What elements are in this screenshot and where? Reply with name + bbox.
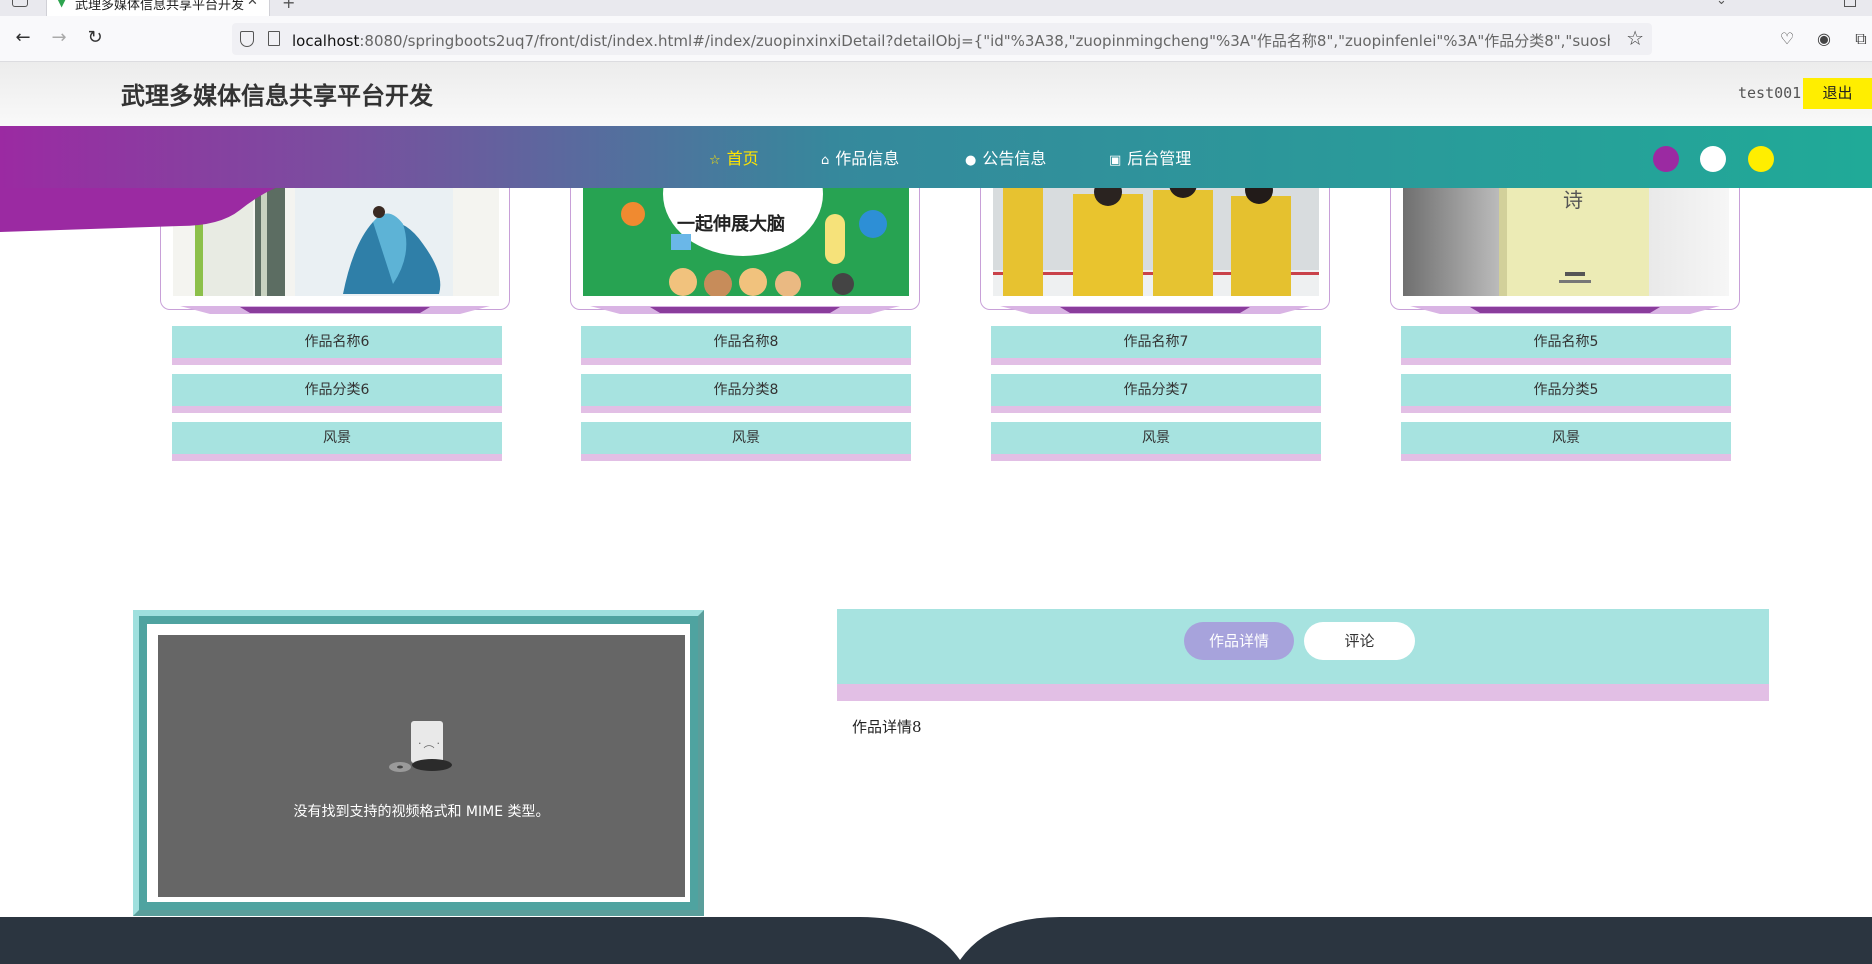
work-card-base	[180, 306, 490, 314]
work-card-image-frame[interactable]: 诗	[1390, 170, 1740, 310]
nav-item-home[interactable]: ☆ 首页	[709, 145, 759, 169]
book-title-glyph: 诗	[1563, 188, 1583, 212]
video-inner-border: ·︵· 没有找到支持的视频格式和 MIME 类型。	[147, 624, 690, 902]
video-frame: ·︵· 没有找到支持的视频格式和 MIME 类型。	[133, 610, 704, 916]
url-host: localhost	[292, 32, 360, 50]
work-category[interactable]: 作品分类5	[1401, 374, 1731, 413]
students-photo-image	[993, 184, 1319, 296]
forward-arrow-icon[interactable]: →	[45, 24, 73, 52]
back-arrow-icon[interactable]: ←	[9, 24, 37, 52]
work-card-base	[1410, 306, 1720, 314]
extensions-icon[interactable]: ⧉	[1851, 29, 1871, 49]
work-category[interactable]: 作品分类7	[991, 374, 1321, 413]
nav-item-notices[interactable]: ● 公告信息	[965, 145, 1046, 169]
work-category[interactable]: 作品分类8	[581, 374, 911, 413]
work-thumbnail[interactable]: 诗	[1403, 184, 1729, 296]
nav-item-admin[interactable]: ▣ 后台管理	[1109, 145, 1191, 169]
work-type[interactable]: 风景	[991, 422, 1321, 461]
video-error-message: 没有找到支持的视频格式和 MIME 类型。	[293, 804, 550, 820]
tab-title: 武理多媒体信息共享平台开发	[75, 0, 245, 13]
work-name[interactable]: 作品名称8	[581, 326, 911, 365]
star-icon: ☆	[709, 153, 721, 168]
nav-item-works[interactable]: ⌂ 作品信息	[821, 145, 899, 169]
work-name[interactable]: 作品名称7	[991, 326, 1321, 365]
work-category[interactable]: 作品分类6	[172, 374, 502, 413]
theme-white-button[interactable]	[1700, 146, 1726, 172]
info-icon: ●	[965, 153, 977, 168]
tab-work-detail[interactable]: 作品详情	[1184, 622, 1294, 660]
footer-decoration	[0, 917, 1872, 964]
home-icon: ⌂	[821, 153, 830, 168]
new-tab-icon[interactable]: +	[282, 0, 295, 12]
account-icon[interactable]: ◉	[1814, 29, 1834, 49]
work-name[interactable]: 作品名称6	[172, 326, 502, 365]
site-header: 武理多媒体信息共享平台开发 test001 退出	[0, 62, 1872, 126]
work-detail-content: 作品详情8	[852, 718, 922, 736]
work-thumbnail[interactable]	[993, 184, 1319, 296]
work-thumbnail[interactable]: 一起伸展大脑	[583, 184, 909, 296]
work-card-image-frame[interactable]	[980, 170, 1330, 310]
tab-comments[interactable]: 评论	[1304, 622, 1415, 660]
browser-tabstrip: ▼ 武理多媒体信息共享平台开发 ✕ + ⌄	[0, 0, 1872, 16]
logout-button[interactable]: 退出	[1803, 78, 1872, 109]
work-type[interactable]: 风景	[581, 422, 911, 461]
video-player[interactable]: ·︵· 没有找到支持的视频格式和 MIME 类型。	[158, 635, 685, 897]
browser-tab[interactable]: ▼ 武理多媒体信息共享平台开发 ✕	[46, 0, 270, 16]
work-card-base	[1000, 306, 1310, 314]
browser-toolbar: ← → ↻ localhost:8080/springboots2uq7/fro…	[0, 16, 1872, 62]
window-control-icon[interactable]	[1844, 0, 1856, 7]
reload-icon[interactable]: ↻	[81, 24, 109, 52]
tab-close-icon[interactable]: ✕	[247, 0, 258, 9]
bookmark-star-icon[interactable]: ☆	[1626, 26, 1644, 50]
work-type[interactable]: 风景	[172, 422, 502, 461]
brain-poster-image	[583, 184, 909, 296]
broken-media-disc-icon	[389, 759, 452, 772]
page-info-icon[interactable]	[268, 31, 280, 46]
poster-subtitle: 一起伸展大脑	[677, 214, 785, 235]
theme-purple-button[interactable]	[1653, 146, 1679, 172]
work-name[interactable]: 作品名称5	[1401, 326, 1731, 365]
url-path: :8080/springboots2uq7/front/dist/index.h…	[359, 32, 1610, 50]
theme-yellow-button[interactable]	[1748, 146, 1774, 172]
url-text[interactable]: localhost:8080/springboots2uq7/front/dis…	[292, 30, 1610, 51]
username: test001	[1738, 84, 1802, 102]
sidebar-toggle-icon[interactable]	[12, 0, 28, 7]
work-card-image-frame[interactable]: 一起伸展大脑	[570, 170, 920, 310]
work-type[interactable]: 风景	[1401, 422, 1731, 461]
tab-list-chevron-icon[interactable]: ⌄	[1716, 0, 1727, 8]
site-title: 武理多媒体信息共享平台开发	[121, 81, 433, 110]
main-navbar: ☆ 首页 ⌂ 作品信息 ● 公告信息 ▣ 后台管理	[0, 126, 1872, 188]
pocket-icon[interactable]: ♡	[1777, 29, 1797, 49]
vue-favicon-icon: ▼	[57, 0, 67, 9]
tracking-shield-icon[interactable]	[240, 31, 254, 47]
detail-tab-bar: 作品详情 评论	[837, 609, 1769, 701]
briefcase-icon: ▣	[1109, 153, 1122, 168]
nav-decoration	[0, 180, 300, 232]
address-bar[interactable]: localhost:8080/springboots2uq7/front/dis…	[232, 23, 1652, 55]
work-card-base	[590, 306, 900, 314]
